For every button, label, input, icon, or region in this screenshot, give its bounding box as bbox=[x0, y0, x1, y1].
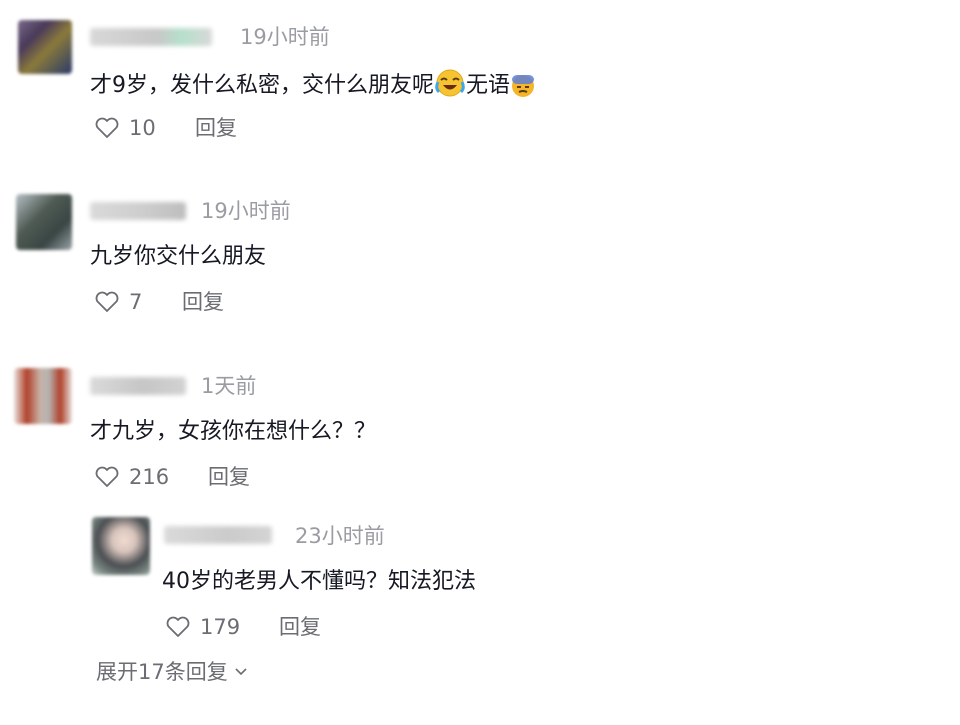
comment-time: 23小时前 bbox=[295, 524, 385, 548]
username-blurred[interactable] bbox=[90, 202, 186, 220]
username-blurred[interactable] bbox=[164, 526, 272, 544]
heart-outline-icon[interactable] bbox=[94, 116, 120, 140]
like-count: 7 bbox=[129, 290, 143, 314]
comment-time: 19小时前 bbox=[240, 25, 330, 49]
chevron-down-icon bbox=[235, 668, 247, 676]
heart-outline-icon[interactable] bbox=[94, 290, 120, 314]
laughing-crying-emoji-icon bbox=[434, 68, 466, 107]
username-blurred[interactable] bbox=[90, 28, 212, 46]
comment-text: 40岁的老男人不懂吗？知法犯法 bbox=[162, 569, 476, 594]
reply-button[interactable]: 回复 bbox=[182, 287, 224, 317]
like-count: 216 bbox=[129, 465, 170, 489]
heart-outline-icon[interactable] bbox=[165, 615, 191, 639]
like-action[interactable]: 7 bbox=[94, 287, 142, 317]
expand-replies-label: 展开17条回复 bbox=[96, 660, 228, 684]
avatar[interactable] bbox=[92, 517, 150, 575]
reply-button[interactable]: 回复 bbox=[279, 612, 321, 642]
reply-button[interactable]: 回复 bbox=[208, 462, 250, 492]
username-blurred[interactable] bbox=[90, 377, 186, 395]
avatar[interactable] bbox=[18, 20, 72, 74]
like-action[interactable]: 10 bbox=[94, 113, 156, 143]
comment-text: 才九岁，女孩你在想什么？？ bbox=[90, 419, 377, 444]
heart-outline-icon[interactable] bbox=[94, 465, 120, 489]
like-action[interactable]: 216 bbox=[94, 462, 169, 492]
comment-text-suffix: 无语 bbox=[466, 73, 511, 98]
reply-button[interactable]: 回复 bbox=[195, 113, 237, 143]
expand-replies-button[interactable]: 展开17条回复 bbox=[96, 657, 248, 687]
avatar[interactable] bbox=[16, 194, 72, 250]
avatar[interactable] bbox=[14, 368, 72, 424]
sweat-emoji-icon bbox=[510, 72, 536, 107]
comment-time: 19小时前 bbox=[201, 199, 291, 223]
like-count: 10 bbox=[129, 116, 156, 140]
comment-text-main: 才9岁，发什么私密，交什么朋友呢 bbox=[90, 73, 434, 98]
comment-text: 九岁你交什么朋友 bbox=[90, 244, 267, 269]
comment-time: 1天前 bbox=[201, 374, 257, 398]
like-action[interactable]: 179 bbox=[165, 612, 240, 642]
comment-text: 才9岁，发什么私密，交什么朋友呢 无语 bbox=[90, 68, 536, 107]
like-count: 179 bbox=[200, 615, 241, 639]
